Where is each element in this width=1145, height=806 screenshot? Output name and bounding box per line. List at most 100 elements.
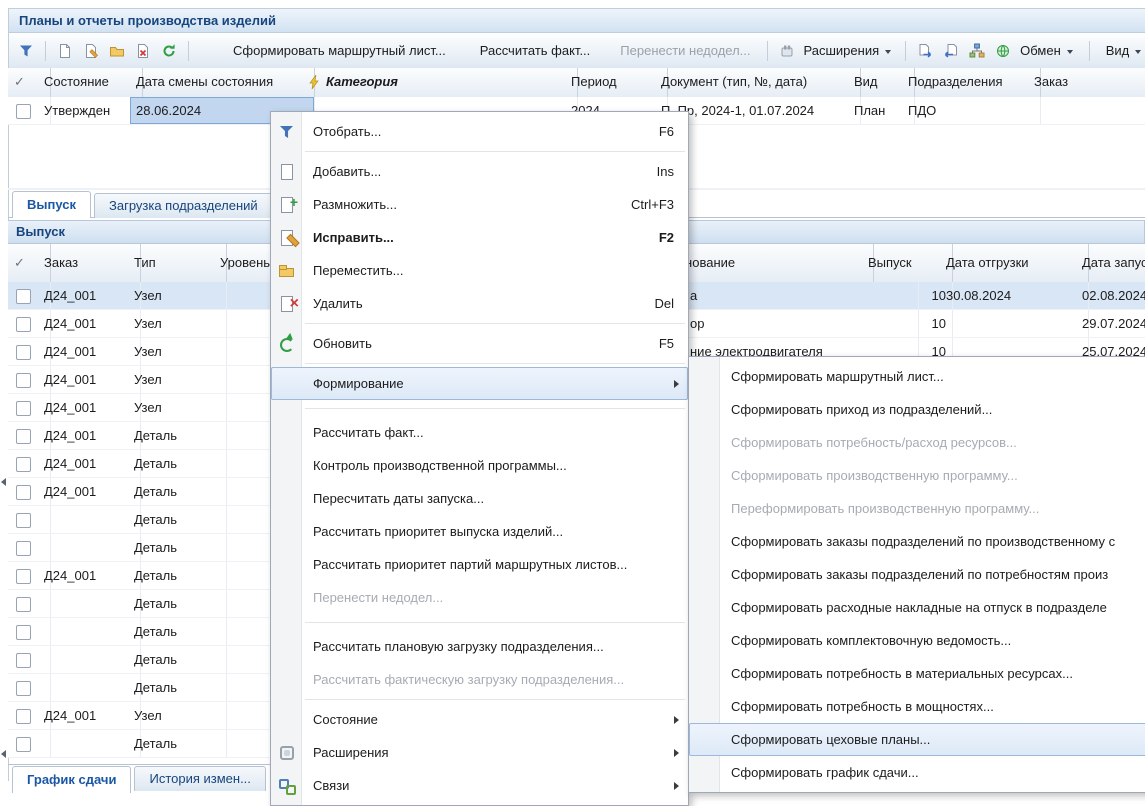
context-menu-item[interactable]: Рассчитать плановую загрузку подразделен… <box>271 630 688 663</box>
row-checkbox[interactable] <box>16 317 31 332</box>
row-checkbox[interactable] <box>16 345 31 360</box>
tab-output[interactable]: Выпуск <box>12 191 91 218</box>
context-menu-item[interactable]: Обновить F5 <box>271 327 688 360</box>
row-checkbox[interactable] <box>16 653 31 668</box>
column-header-state[interactable]: Состояние <box>38 68 143 97</box>
menu-item-label: Сформировать комплектовочную ведомость..… <box>731 633 1011 648</box>
context-menu-item[interactable]: Размножить... Ctrl+F3 <box>271 188 688 221</box>
context-menu-item[interactable]: Отобрать... F6 <box>271 115 688 148</box>
tab-load-subdivisions[interactable]: Загрузка подразделений <box>94 193 273 218</box>
row-checkbox[interactable] <box>16 513 31 528</box>
context-menu-item[interactable]: Рассчитать приоритет выпуска изделий... <box>271 515 688 548</box>
menu-item-label: Размножить... <box>313 197 397 212</box>
tab-history[interactable]: История измен... <box>134 766 265 791</box>
cell-type: Узел <box>128 338 227 365</box>
context-menu-item[interactable]: Перенести недодел... <box>271 581 688 614</box>
extensions-button[interactable]: Расширения <box>798 40 898 61</box>
column-header-category-label: Категория <box>326 74 398 89</box>
refresh-icon[interactable] <box>160 42 178 60</box>
column-header-period[interactable]: Период <box>565 68 668 97</box>
hierarchy-icon[interactable] <box>968 42 986 60</box>
menu-item-label: Сформировать потребность в материальных … <box>731 666 1073 681</box>
cell-order <box>38 534 141 561</box>
row-checkbox[interactable] <box>16 709 31 724</box>
delete-document-icon[interactable] <box>134 42 152 60</box>
exchange-button-label: Обмен <box>1020 43 1061 58</box>
column-header-order[interactable]: Заказ <box>38 244 141 282</box>
submenu-item[interactable]: Сформировать производственную программу.… <box>689 459 1145 492</box>
tab-schedule[interactable]: График сдачи <box>12 766 131 793</box>
row-checkbox[interactable] <box>16 625 31 640</box>
toolbar-separator <box>188 41 189 61</box>
context-menu-item[interactable]: Рассчитать приоритет партий маршрутных л… <box>271 548 688 581</box>
form-route-sheet-button[interactable]: Сформировать маршрутный лист... <box>227 40 452 61</box>
toolbar-separator <box>45 41 46 61</box>
view-button[interactable]: Вид <box>1100 40 1145 61</box>
row-checkbox[interactable] <box>16 737 31 752</box>
row-checkbox[interactable] <box>16 289 31 304</box>
column-header-order[interactable]: Заказ <box>1028 68 1145 97</box>
scroll-left-arrow-icon[interactable] <box>1 750 6 758</box>
cell-type: Деталь <box>128 478 227 505</box>
context-menu-item[interactable]: Добавить... Ins <box>271 155 688 188</box>
menu-item-icon <box>278 711 296 729</box>
filter-icon[interactable] <box>17 42 35 60</box>
submenu-item[interactable]: Сформировать потребность в материальных … <box>689 657 1145 690</box>
collapse-left-arrow-icon[interactable] <box>1 478 6 486</box>
submenu-item[interactable]: Сформировать маршрутный лист... <box>689 360 1145 393</box>
submenu-item[interactable]: Сформировать расходные накладные на отпу… <box>689 591 1145 624</box>
submenu-item[interactable]: Сформировать заказы подразделений по пот… <box>689 558 1145 591</box>
column-header-type[interactable]: Тип <box>128 244 227 282</box>
column-header-document[interactable]: Документ (тип, №, дата) <box>655 68 861 97</box>
column-header-subdivisions[interactable]: Подразделения <box>902 68 1041 97</box>
column-header-category[interactable]: Категория <box>302 68 578 97</box>
context-menu-item[interactable]: Контроль производственной программы... <box>271 449 688 482</box>
context-menu-item[interactable]: Исправить... F2 <box>271 221 688 254</box>
submenu-item[interactable]: Переформировать производственную програм… <box>689 492 1145 525</box>
submenu-item[interactable]: Сформировать комплектовочную ведомость..… <box>689 624 1145 657</box>
exchange-globe-icon <box>994 42 1012 60</box>
row-checkbox[interactable] <box>16 457 31 472</box>
submenu-item[interactable]: Сформировать приход из подразделений... <box>689 393 1145 426</box>
exchange-button[interactable]: Обмен <box>1014 40 1079 61</box>
submenu-item[interactable]: Сформировать заказы подразделений по про… <box>689 525 1145 558</box>
row-checkbox[interactable] <box>16 569 31 584</box>
move-unfinished-button[interactable]: Перенести недодел... <box>614 40 756 61</box>
row-checkbox[interactable] <box>16 429 31 444</box>
context-menu-item[interactable]: Рассчитать фактическую загрузку подразде… <box>271 663 688 696</box>
row-checkbox[interactable] <box>16 401 31 416</box>
cell-ship-date <box>940 310 1089 337</box>
edit-document-icon[interactable] <box>82 42 100 60</box>
row-checkbox[interactable] <box>16 485 31 500</box>
add-document-icon[interactable] <box>56 42 74 60</box>
context-menu-item[interactable]: Формирование <box>271 367 688 400</box>
row-checkbox[interactable] <box>16 681 31 696</box>
column-header-launch-date[interactable]: Дата запуска <box>1076 244 1145 282</box>
export-document-icon[interactable] <box>916 42 934 60</box>
move-folder-icon[interactable] <box>108 42 126 60</box>
submenu-item[interactable]: Сформировать график сдачи... <box>689 756 1145 789</box>
context-menu-item[interactable]: Состояние <box>271 703 688 736</box>
context-menu-item[interactable]: Расширения <box>271 736 688 769</box>
row-checkbox[interactable] <box>16 597 31 612</box>
menu-item-label: Сформировать расходные накладные на отпу… <box>731 600 1107 615</box>
menu-item-label: Рассчитать приоритет партий маршрутных л… <box>313 557 627 572</box>
context-menu-item[interactable]: Связи <box>271 769 688 802</box>
context-menu-item[interactable]: Рассчитать факт... <box>271 416 688 449</box>
submenu-item[interactable]: Сформировать цеховые планы... <box>689 723 1145 756</box>
row-checkbox[interactable] <box>16 373 31 388</box>
column-header-state-date[interactable]: Дата смены состояния <box>130 68 315 97</box>
cell-type: Узел <box>128 310 227 337</box>
submenu-item[interactable]: Сформировать потребность/расход ресурсов… <box>689 426 1145 459</box>
column-header-ship-date[interactable]: Дата отгрузки <box>940 244 1089 282</box>
row-checkbox[interactable] <box>16 541 31 556</box>
calc-fact-button[interactable]: Рассчитать факт... <box>474 40 597 61</box>
submenu-arrow-icon <box>674 380 679 388</box>
submenu-item[interactable]: Сформировать потребность в мощностях... <box>689 690 1145 723</box>
import-document-icon[interactable] <box>942 42 960 60</box>
context-menu-item[interactable]: Переместить... <box>271 254 688 287</box>
context-menu-item[interactable]: Удалить Del <box>271 287 688 320</box>
cell-type: Деталь <box>128 618 227 645</box>
row-checkbox[interactable] <box>16 104 31 119</box>
context-menu-item[interactable]: Пересчитать даты запуска... <box>271 482 688 515</box>
